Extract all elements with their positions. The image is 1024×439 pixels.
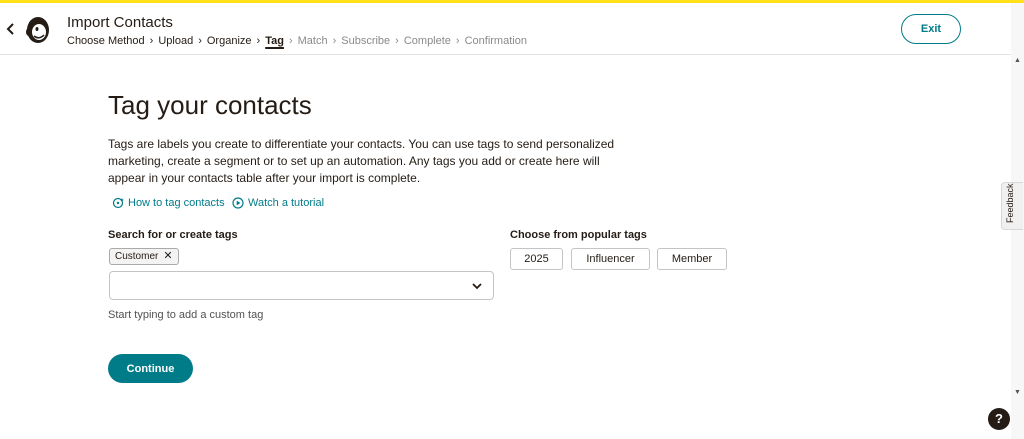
- popular-tag-member[interactable]: Member: [657, 248, 727, 270]
- breadcrumb-separator-icon: ›: [395, 35, 399, 47]
- breadcrumb-subscribe: Subscribe: [341, 35, 391, 47]
- mailchimp-freddie-logo-icon: [26, 17, 49, 43]
- breadcrumb-tag: Tag: [265, 35, 284, 47]
- page-title: Tag your contacts: [108, 90, 312, 120]
- header-title: Import Contacts: [67, 14, 173, 31]
- breadcrumb-separator-icon: ›: [256, 35, 261, 47]
- back-button[interactable]: [4, 20, 18, 38]
- breadcrumb-organize[interactable]: Organize: [207, 35, 252, 47]
- breadcrumb-separator-icon: ›: [332, 35, 337, 47]
- selected-tag-label: Customer: [115, 251, 159, 262]
- import-header: Import Contacts Choose Method › Upload ›…: [0, 3, 1011, 55]
- breadcrumb: Choose Method › Upload › Organize › Tag …: [67, 35, 527, 47]
- how-to-tag-contacts-label: How to tag contacts: [128, 197, 225, 209]
- selected-tag-chip: Customer ✕: [109, 248, 179, 265]
- intro-text: Tags are labels you create to differenti…: [108, 137, 615, 185]
- breadcrumb-confirmation: Confirmation: [464, 35, 527, 47]
- breadcrumb-match: Match: [297, 35, 328, 47]
- play-circle-icon: [232, 197, 244, 209]
- feedback-label: Feedback: [1005, 183, 1015, 223]
- breadcrumb-choose-method[interactable]: Choose Method: [67, 35, 145, 47]
- breadcrumb-upload[interactable]: Upload: [158, 35, 193, 47]
- continue-button[interactable]: Continue: [108, 354, 193, 383]
- remove-tag-close-icon[interactable]: ✕: [163, 249, 172, 264]
- chevron-down-icon[interactable]: [470, 279, 484, 293]
- exit-button[interactable]: Exit: [901, 14, 961, 44]
- watch-tutorial-label: Watch a tutorial: [248, 197, 325, 209]
- tag-sparkle-icon: [112, 197, 124, 209]
- breadcrumb-complete: Complete: [403, 35, 451, 47]
- scroll-up-arrow-icon[interactable]: ▲: [1011, 55, 1024, 67]
- breadcrumb-separator-icon: ›: [198, 35, 202, 47]
- watch-tutorial-link[interactable]: Watch a tutorial: [232, 197, 324, 209]
- feedback-tab[interactable]: Feedback: [1001, 182, 1023, 230]
- mailchimp-logo[interactable]: [24, 15, 52, 45]
- how-to-tag-contacts-link[interactable]: How to tag contacts: [112, 197, 225, 209]
- breadcrumb-separator-icon: ›: [288, 35, 293, 47]
- search-tags-label: Search for or create tags: [108, 229, 238, 241]
- breadcrumb-separator-icon: ›: [149, 35, 154, 47]
- custom-tag-hint: Start typing to add a custom tag: [108, 309, 264, 321]
- tag-search-combobox[interactable]: [109, 271, 494, 300]
- popular-tag-2025[interactable]: 2025: [510, 248, 563, 270]
- chevron-left-icon: [6, 23, 14, 35]
- scroll-down-arrow-icon[interactable]: ▼: [1011, 387, 1024, 399]
- popular-tags-label: Choose from popular tags: [510, 229, 647, 241]
- breadcrumb-separator-icon: ›: [455, 35, 460, 47]
- popular-tag-influencer[interactable]: Influencer: [571, 248, 650, 270]
- help-button[interactable]: ?: [988, 408, 1010, 430]
- tag-search-input[interactable]: [118, 278, 458, 294]
